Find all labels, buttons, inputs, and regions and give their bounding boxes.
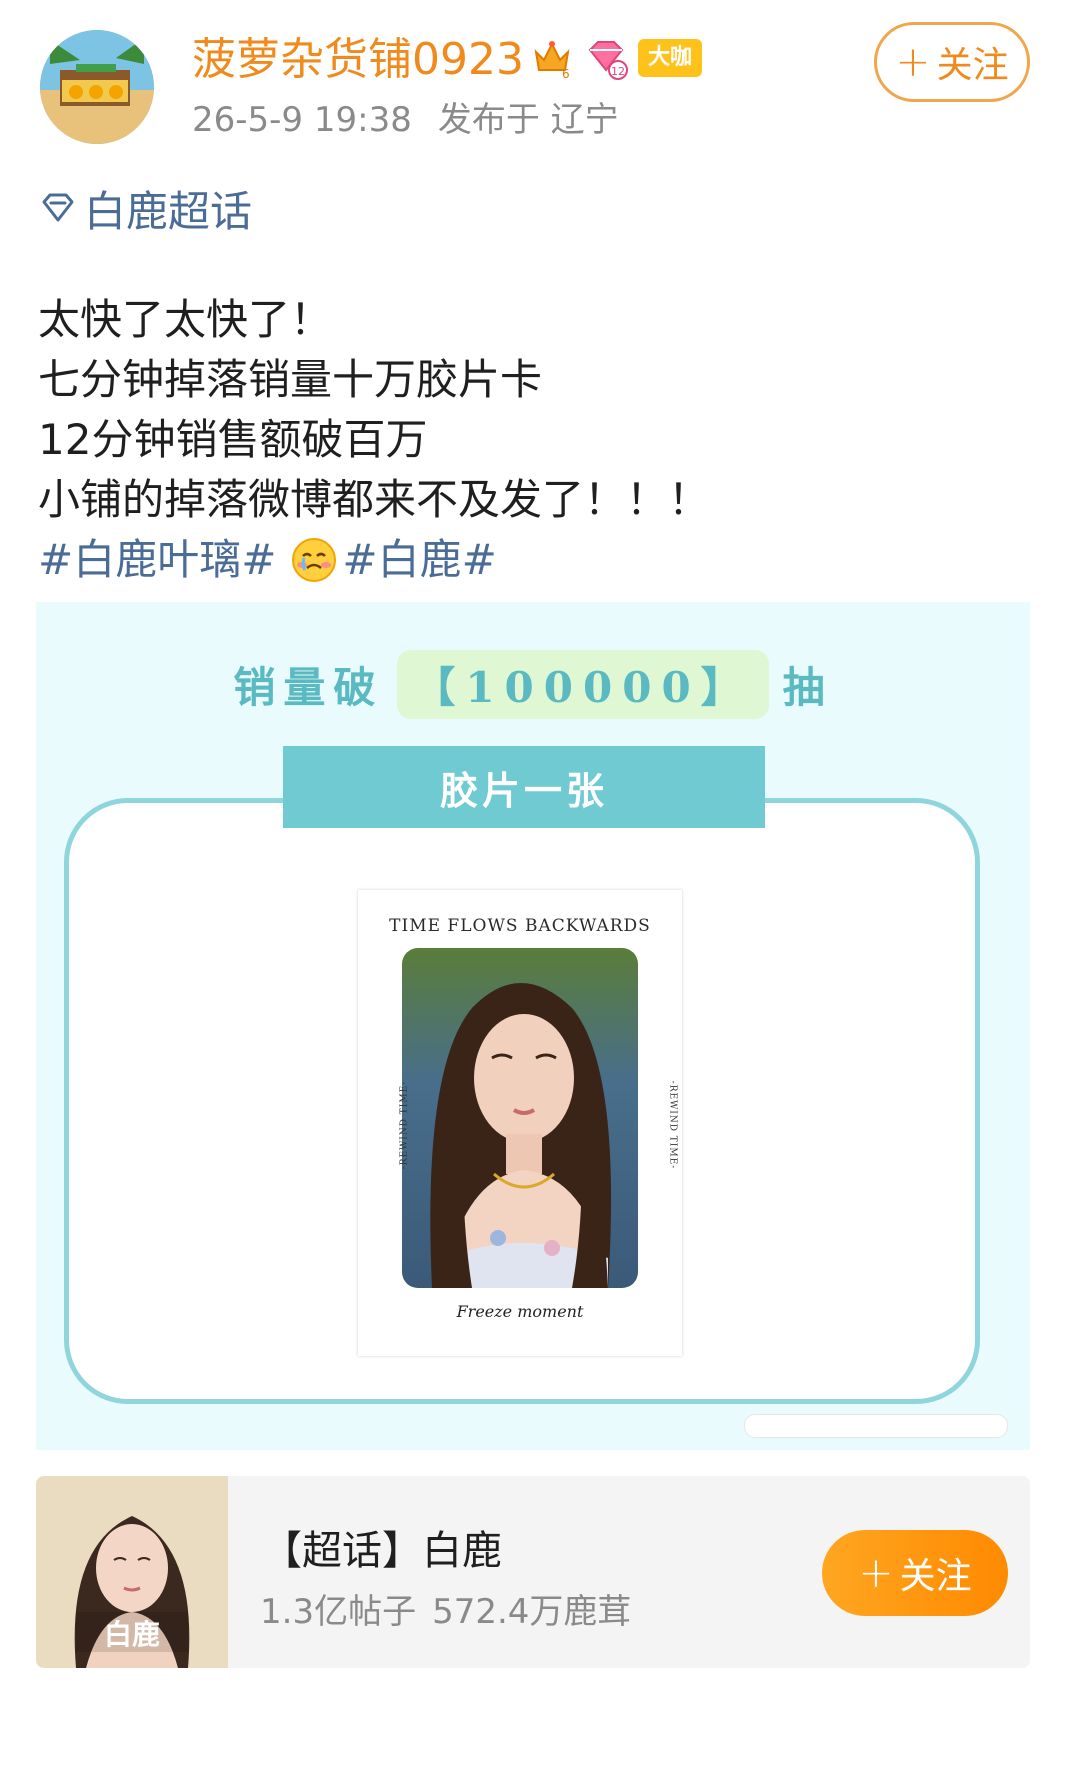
- image-headline: 销量破 【100000】 抽: [36, 646, 1030, 722]
- film-card-photo: [402, 948, 638, 1288]
- post-hashtags: #白鹿叶璃# #白鹿#: [38, 530, 1038, 590]
- diamond-level-icon: 12: [588, 41, 628, 80]
- supertopic-fan-count: 572.4万鹿茸: [432, 1592, 632, 1632]
- follow-supertopic-label: 关注: [899, 1556, 972, 1597]
- supertopic-tag-link[interactable]: 白鹿超话: [38, 180, 252, 236]
- post-body: 太快了太快了！ 七分钟掉落销量十万胶片卡 12分钟销售额破百万 小铺的掉落微博都…: [38, 290, 1038, 590]
- plus-icon: +: [858, 1548, 894, 1597]
- post-location: 发布于 辽宁: [437, 100, 619, 140]
- film-card: TIME FLOWS BACKWARDS -REWIND TIME- -REWI…: [358, 890, 682, 1356]
- supertopic-stats: 1.3亿帖子 572.4万鹿茸: [260, 1584, 631, 1633]
- headline-suffix: 抽: [782, 662, 833, 712]
- diamond-outline-icon: [42, 193, 74, 222]
- headline-prefix: 销量破: [233, 662, 384, 712]
- film-card-footer: Freeze moment: [456, 1302, 584, 1321]
- headline-number: 【100000】: [397, 649, 769, 719]
- supertopic-cover-title: 白鹿: [104, 1618, 160, 1651]
- vip-badge: 大咖: [638, 39, 703, 77]
- cry-smile-emoji-icon: [292, 538, 337, 582]
- post-timestamp: 26-5-9 19:38: [192, 100, 412, 140]
- supertopic-post-count: 1.3亿帖子: [260, 1592, 417, 1632]
- crown-level-icon: 6: [534, 41, 570, 80]
- author-avatar[interactable]: [40, 30, 154, 144]
- author-badges: 6 12 大咖: [530, 34, 703, 82]
- follow-author-button[interactable]: + 关注: [874, 22, 1030, 102]
- hashtag-bailu[interactable]: #白鹿#: [342, 530, 496, 590]
- post-line-2: 七分钟掉落销量十万胶片卡: [38, 355, 543, 404]
- follow-supertopic-button[interactable]: + 关注: [822, 1530, 1008, 1616]
- image-ribbon: 胶片一张: [283, 746, 765, 828]
- post-image[interactable]: 销量破 【100000】 抽 胶片一张 TIME FLOWS BACKWARDS: [36, 602, 1030, 1450]
- supertopic-name: 【超话】白鹿: [262, 1528, 502, 1574]
- crown-level-number: 6: [562, 67, 570, 80]
- supertopic-tag-label: 白鹿超话: [84, 186, 253, 236]
- film-card-side-text-right: -REWIND TIME-: [667, 1080, 678, 1170]
- diamond-level-number: 12: [611, 65, 625, 78]
- image-scroll-indicator: [744, 1414, 1008, 1438]
- post-line-3: 12分钟销售额破百万: [38, 415, 428, 464]
- film-card-side-text-left: -REWIND TIME-: [399, 1080, 410, 1170]
- supertopic-cover-image: 白鹿: [36, 1476, 228, 1668]
- follow-author-label: 关注: [936, 45, 1009, 86]
- supertopic-card[interactable]: 白鹿 【超话】白鹿 1.3亿帖子 572.4万鹿茸 + 关注: [36, 1476, 1030, 1668]
- author-name[interactable]: 菠萝杂货铺0923: [192, 30, 524, 90]
- plus-icon: +: [895, 37, 931, 86]
- hashtag-bailu-yeli[interactable]: #白鹿叶璃#: [38, 530, 276, 590]
- post-line-1: 太快了太快了！: [38, 295, 333, 344]
- post-meta: 26-5-9 19:38 发布于 辽宁: [192, 96, 619, 144]
- post-line-4: 小铺的掉落微博都来不及发了！！！: [38, 475, 711, 524]
- film-card-title: TIME FLOWS BACKWARDS: [389, 916, 651, 936]
